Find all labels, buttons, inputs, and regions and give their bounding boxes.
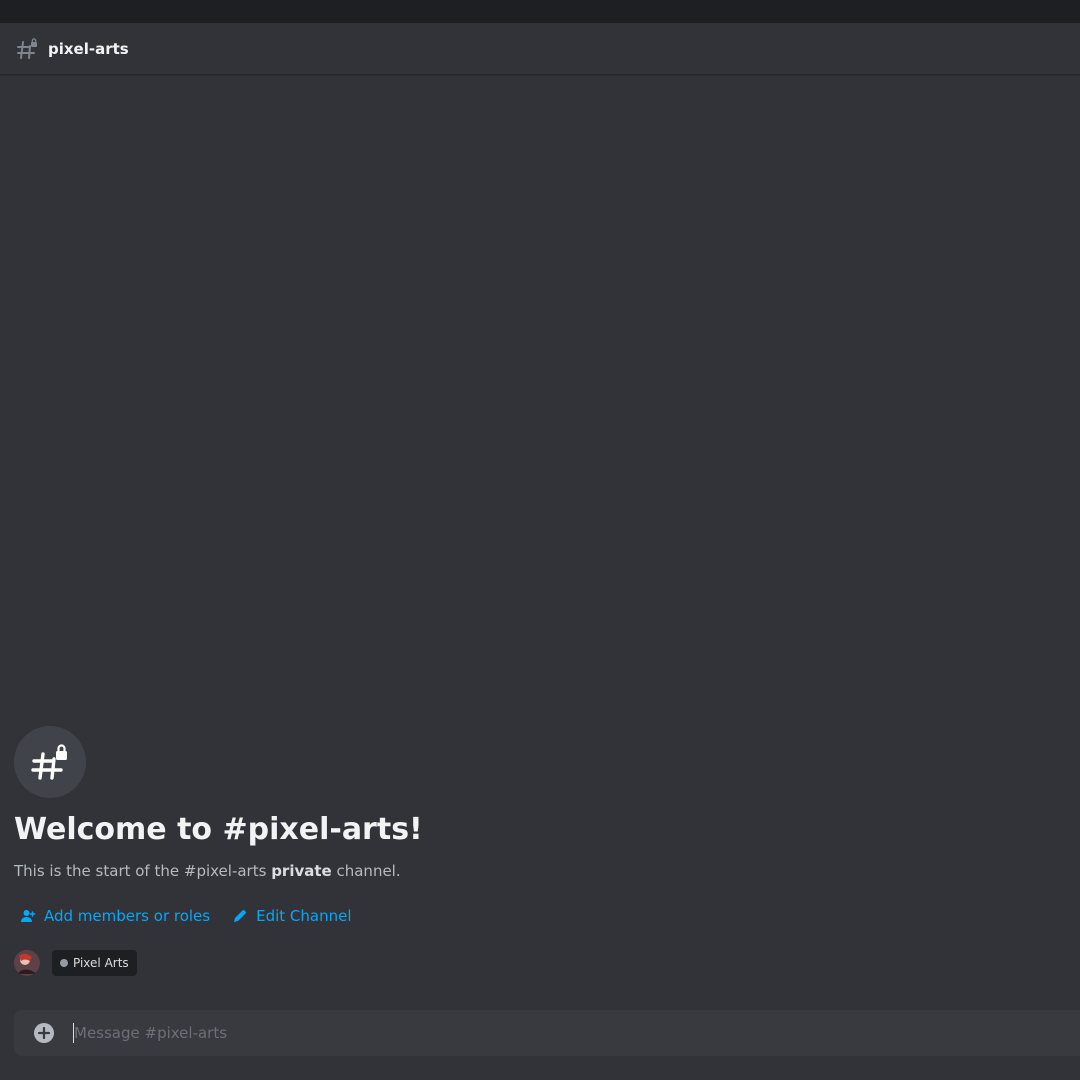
channel-header: pixel-arts: [0, 23, 1080, 75]
edit-channel-label: Edit Channel: [256, 907, 352, 925]
avatar-image-icon: [14, 950, 40, 976]
channel-members-row: Pixel Arts: [14, 950, 137, 976]
channel-name: pixel-arts: [48, 40, 129, 58]
welcome-title: Welcome to #pixel-arts!: [14, 812, 423, 847]
role-label: Pixel Arts: [73, 956, 129, 970]
welcome-desc-prefix: This is the start of the #pixel-arts: [14, 862, 272, 880]
role-color-dot: [60, 959, 68, 967]
add-members-button[interactable]: Add members or roles: [20, 905, 210, 927]
add-members-label: Add members or roles: [44, 907, 211, 925]
welcome-desc-suffix: channel.: [331, 862, 401, 880]
member-avatar[interactable]: [14, 950, 40, 976]
welcome-description: This is the start of the #pixel-arts pri…: [14, 860, 401, 882]
channel-avatar: [14, 726, 86, 798]
welcome-desc-bold: private: [271, 862, 332, 880]
title-bar: [0, 0, 1080, 23]
edit-channel-button[interactable]: Edit Channel: [232, 905, 352, 927]
pencil-icon: [234, 910, 247, 922]
add-attachment-icon[interactable]: [32, 1021, 56, 1045]
welcome-section: [14, 726, 1064, 798]
app-window: pixel-arts Welcome to #pixel-arts! This …: [0, 0, 1080, 1080]
welcome-actions: Add members or roles Edit Channel: [20, 904, 352, 928]
message-input[interactable]: [74, 1018, 974, 1048]
locked-channel-hash-icon: [15, 37, 39, 61]
message-composer: [14, 1010, 1080, 1056]
locked-channel-hash-icon: [31, 744, 67, 780]
role-tag[interactable]: Pixel Arts: [52, 950, 137, 976]
add-user-icon: [21, 910, 36, 922]
